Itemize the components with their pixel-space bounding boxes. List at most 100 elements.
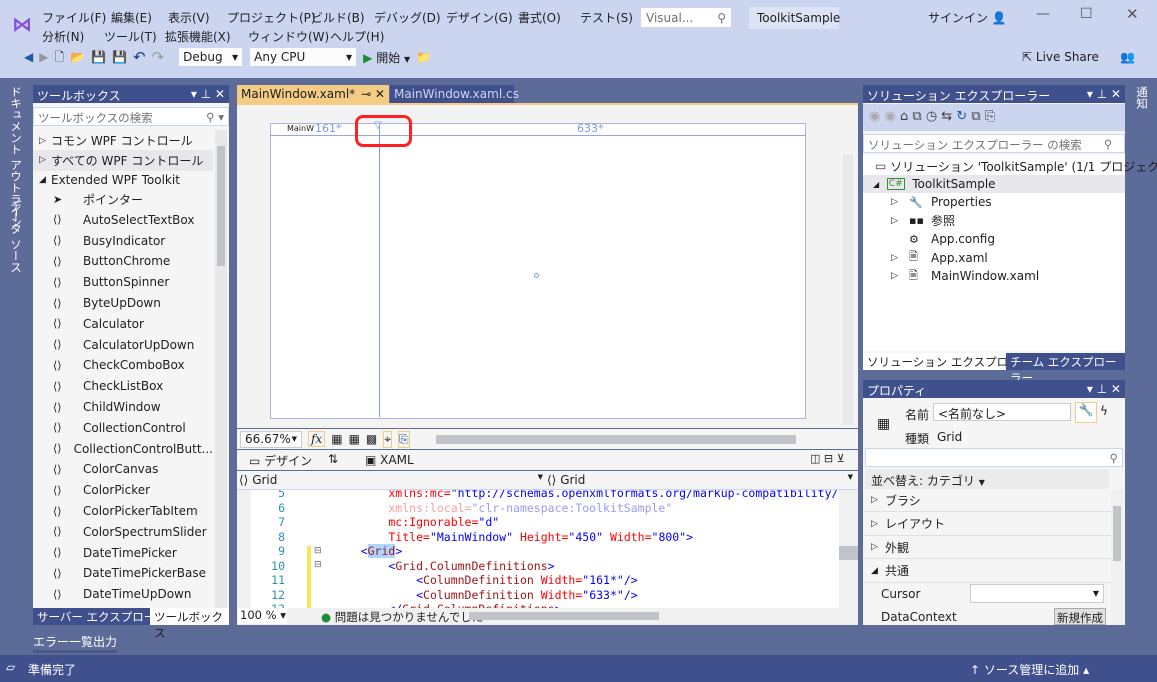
property-category[interactable]: ▷ レイアウト xyxy=(863,513,1111,536)
toolbox-item[interactable]: ⟨⟩ ChildWindow xyxy=(33,397,213,418)
artboard-icon[interactable]: ▩ xyxy=(366,432,377,446)
zoom-dropdown[interactable]: 66.67% ▼ xyxy=(240,430,302,448)
collapse-icon[interactable]: ⊟ xyxy=(314,546,322,556)
panel-controls-icon[interactable]: ▾ ⊥ ✕ xyxy=(1087,87,1121,101)
toolbox-item[interactable]: ⟨⟩ CollectionControl xyxy=(33,417,213,438)
add-to-source-control[interactable]: ↑ ソース管理に追加 ▴ xyxy=(970,661,1089,678)
collapse-all-icon[interactable]: ⧉ xyxy=(971,109,980,124)
home-icon[interactable]: ⌂ xyxy=(900,109,908,124)
redo-icon[interactable]: ↷ xyxy=(152,49,165,65)
project-code-icon[interactable]: ⎘ xyxy=(398,430,410,448)
maximize-button[interactable]: ☐ xyxy=(1080,6,1093,22)
column1-width[interactable]: 161* xyxy=(315,122,342,135)
new-project-icon[interactable]: 🗋 xyxy=(54,51,64,63)
tree-item[interactable]: ▷ 🔧 Properties xyxy=(891,193,992,211)
element-dropdown-left[interactable]: ⟨⟩ Grid ▼ xyxy=(239,473,543,487)
toolbox-item[interactable]: ⟨⟩ ColorPickerTabItem xyxy=(33,501,213,522)
feedback-icon[interactable]: 👥 xyxy=(1120,50,1135,64)
back-icon[interactable]: ◀ xyxy=(24,51,33,63)
menu-item[interactable]: 分析(N) xyxy=(42,28,84,45)
tree-item[interactable]: ▷ 🗎 App.xaml xyxy=(891,249,988,267)
designer-vscrollbar[interactable] xyxy=(843,155,853,425)
back-icon[interactable]: ◉ xyxy=(869,109,880,124)
config-dropdown[interactable]: Debug ▼ xyxy=(178,47,244,67)
toolbox-group[interactable]: ▷ コモン WPF コントロール xyxy=(33,130,213,151)
signin-link[interactable]: サインイン 👤 xyxy=(928,9,1007,26)
toolbox-item[interactable]: ⟨⟩ CalculatorUpDown xyxy=(33,334,213,355)
pin-close-icon[interactable]: ⊸ ✕ xyxy=(361,87,385,101)
pending-changes-icon[interactable]: ◷ xyxy=(926,109,937,124)
tab-mainwindow-xaml-cs[interactable]: MainWindow.xaml.cs xyxy=(390,85,519,103)
events-lightning-icon[interactable]: ϟ xyxy=(1100,404,1108,418)
snap-grid-icon[interactable]: ▦ xyxy=(349,432,360,446)
menu-item[interactable]: デバッグ(D) xyxy=(374,9,441,26)
name-input[interactable]: <名前なし> xyxy=(933,403,1071,421)
show-all-files-icon[interactable]: ⎘ xyxy=(985,109,995,124)
issues-indicator[interactable]: ● 問題は見つかりませんでした xyxy=(321,609,483,625)
toolbox-item[interactable]: ⟨⟩ ColorSpectrumSlider xyxy=(33,521,213,542)
element-dropdown-right[interactable]: ⟨⟩ Grid ▼ xyxy=(547,473,853,487)
sync-icon[interactable]: ⇆ xyxy=(941,109,952,124)
switch-view-icon[interactable]: ⧉ xyxy=(912,109,921,124)
solution-search[interactable]: ソリューション エクスプローラー の検索 (Ctrl+;) ⚲ ▾ xyxy=(863,134,1125,167)
tree-solution[interactable]: ▭ ソリューション 'ToolkitSample' (1/1 プロジェクト) xyxy=(875,157,1157,175)
window-preview[interactable] xyxy=(270,123,806,419)
column-splitter[interactable] xyxy=(379,124,380,417)
save-all-icon[interactable]: 💾 xyxy=(112,51,127,63)
forward-icon[interactable]: ◉ xyxy=(884,109,895,124)
close-button[interactable]: ✕ xyxy=(1126,5,1139,23)
toolbox-item[interactable]: ⟨⟩ ColorCanvas xyxy=(33,459,213,480)
toolbox-item[interactable]: ⟨⟩ Calculator xyxy=(33,313,213,334)
designer-surface[interactable]: MainW 161* 633* ▽ xyxy=(237,103,858,428)
cursor-dropdown[interactable]: ▼ xyxy=(970,584,1104,603)
toolbox-scrollbar[interactable] xyxy=(215,130,227,608)
menu-item[interactable]: テスト(S) xyxy=(580,9,633,26)
tab-output[interactable]: 出力 xyxy=(93,633,118,653)
sort-dropdown[interactable]: 並べ替え: カテゴリ ▼ xyxy=(865,469,1109,489)
panel-controls-icon[interactable]: ▾ ⊥ ✕ xyxy=(191,87,225,101)
toolbox-item[interactable]: ➤ ポインター xyxy=(33,189,213,210)
toolbox-search[interactable]: ツールボックスの検索 ⚲ ▾ xyxy=(33,107,229,126)
snap-lines-icon[interactable]: ⌖ xyxy=(383,430,393,448)
menu-item[interactable]: プロジェクト(P) xyxy=(227,9,316,26)
properties-wrench-icon[interactable]: 🔧 xyxy=(1075,402,1097,423)
collapse-icon[interactable]: ⊟ xyxy=(314,560,322,570)
search-box[interactable]: Visual... ⚲ xyxy=(640,7,732,28)
save-icon[interactable]: 💾 xyxy=(91,51,106,63)
tab-design[interactable]: ▭ デザイン xyxy=(249,452,312,469)
code-editor[interactable]: ⊟ ⊟ 5 xmlns:mc="http://schemas.openxmlfo… xyxy=(237,490,858,608)
code-zoom-dropdown[interactable]: 100 % ▾ xyxy=(238,608,287,624)
minimize-button[interactable]: — xyxy=(1036,6,1050,22)
open-icon[interactable]: 📂 xyxy=(70,51,85,63)
menu-item[interactable]: ビルド(B) xyxy=(311,9,365,26)
menu-item[interactable]: 表示(V) xyxy=(168,9,210,26)
designer-hscrollbar[interactable] xyxy=(435,434,796,444)
tab-xaml[interactable]: ▣ XAML xyxy=(365,453,414,467)
column2-width[interactable]: 633* xyxy=(577,122,604,135)
toolbox-item[interactable]: ⟨⟩ ButtonChrome xyxy=(33,251,213,272)
menu-item[interactable]: 編集(E) xyxy=(111,9,152,26)
toolbox-item[interactable]: ⟨⟩ DateTimePickerBase xyxy=(33,563,213,584)
menu-item[interactable]: ヘルプ(H) xyxy=(330,28,384,45)
property-category[interactable]: ◢ 共通 xyxy=(863,560,1111,583)
new-datacontext-button[interactable]: 新規作成 xyxy=(1054,608,1106,625)
tree-item[interactable]: ⚙ App.config xyxy=(891,230,995,248)
menu-item[interactable]: ファイル(F) xyxy=(42,9,106,26)
toolbox-item[interactable]: ⟨⟩ DateTimePicker xyxy=(33,542,213,563)
find-in-files-icon[interactable]: 📁 xyxy=(416,51,431,63)
tree-item[interactable]: ▷ 🗎 MainWindow.xaml xyxy=(891,267,1039,285)
menu-item[interactable]: デザイン(G) xyxy=(446,9,513,26)
property-category[interactable]: ▷ ブラシ xyxy=(863,489,1111,512)
start-button[interactable]: ▶ 開始 ▼ xyxy=(363,49,410,66)
toolbox-item[interactable]: ⟨⟩ BusyIndicator xyxy=(33,230,213,251)
platform-dropdown[interactable]: Any CPU ▼ xyxy=(249,47,358,67)
forward-icon[interactable]: ▶ xyxy=(39,51,48,63)
code-hscrollbar[interactable] xyxy=(469,612,659,620)
code-vscrollbar[interactable] xyxy=(839,490,858,608)
tree-item[interactable]: ▷ ▪▪ 参照 xyxy=(891,212,955,230)
left-tab-data-source[interactable]: データ ソース xyxy=(8,200,24,273)
menu-item[interactable]: ツール(T) xyxy=(104,28,157,45)
tab-toolbox[interactable]: ツールボックス xyxy=(150,608,229,640)
refresh-icon[interactable]: ↻ xyxy=(956,109,967,124)
toolbox-item[interactable]: ⟨⟩ ByteUpDown xyxy=(33,293,213,314)
